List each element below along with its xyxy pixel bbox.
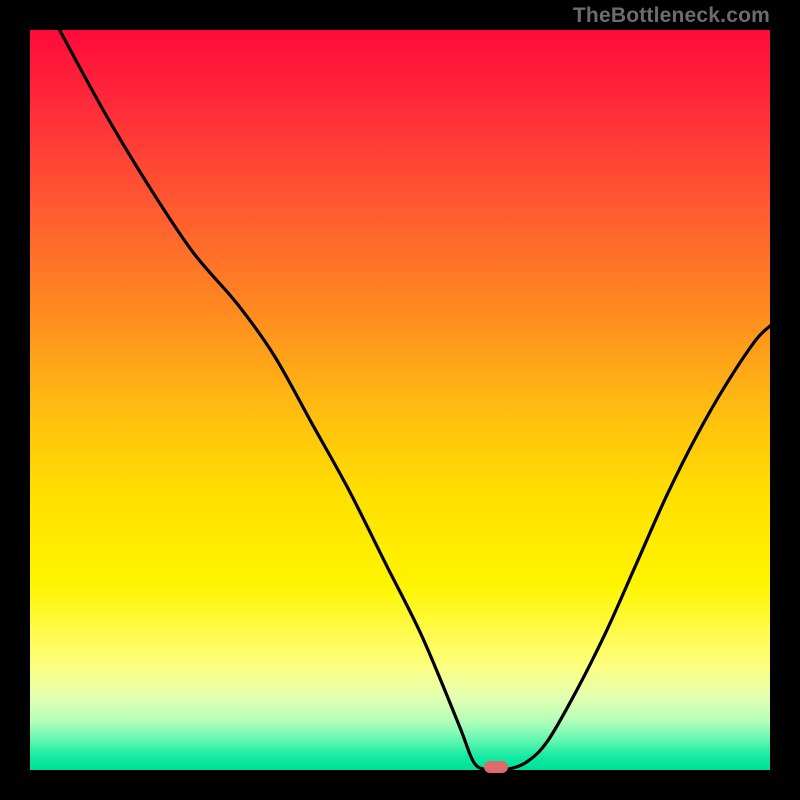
chart-frame: TheBottleneck.com [0, 0, 800, 800]
bottleneck-curve [30, 30, 770, 770]
plot-area [30, 30, 770, 770]
optimum-marker [484, 761, 508, 773]
watermark-text: TheBottleneck.com [573, 4, 770, 28]
